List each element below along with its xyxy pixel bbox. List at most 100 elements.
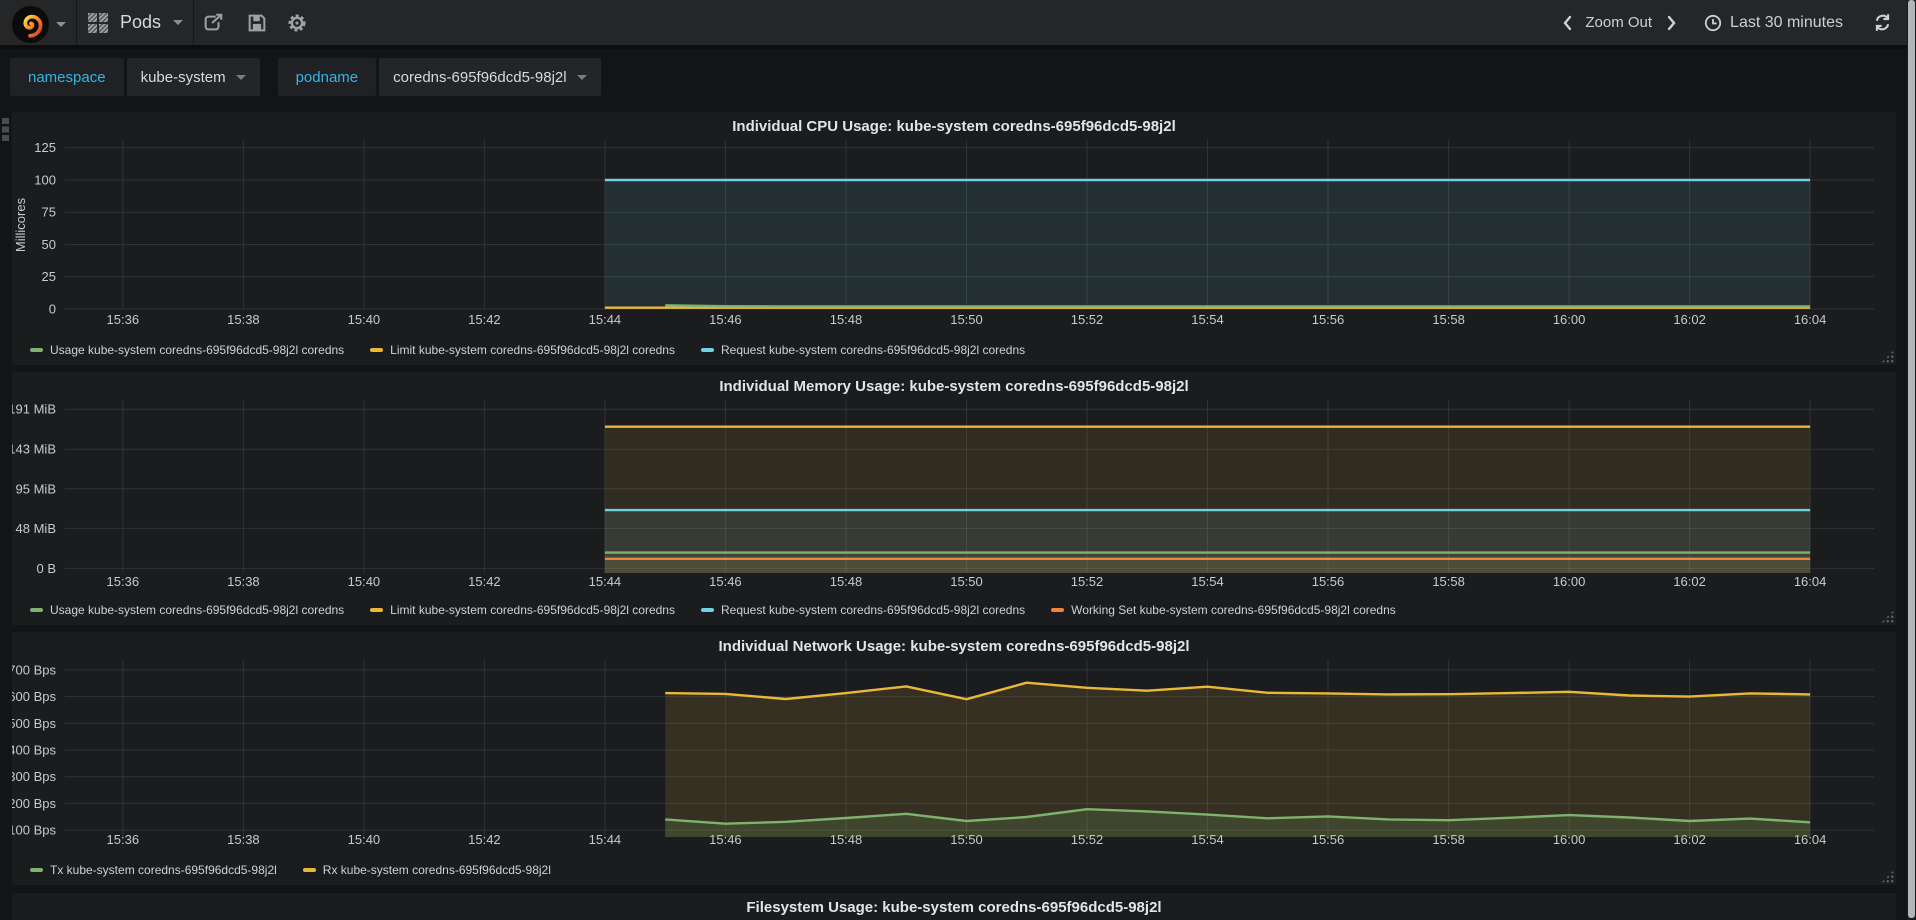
y-tick-label: 75 <box>42 205 56 220</box>
x-tick-label: 15:46 <box>709 574 742 589</box>
x-tick-label: 15:42 <box>468 574 501 589</box>
refresh-icon[interactable] <box>1873 13 1892 32</box>
template-variables-row: namespace kube-system podname coredns-69… <box>10 58 619 96</box>
dashboard-picker[interactable]: Pods <box>88 0 184 45</box>
y-tick-label: 0 B <box>36 561 56 576</box>
row-drag-handle[interactable] <box>2 118 9 141</box>
logo-caret-icon[interactable] <box>56 22 66 27</box>
y-tick-label: 191 MiB <box>12 402 56 417</box>
navbar-divider <box>76 0 77 45</box>
y-tick-label: 48 MiB <box>16 521 56 536</box>
legend-label: Request kube-system coredns-695f96dcd5-9… <box>720 343 1026 357</box>
variable-namespace-value[interactable]: kube-system <box>126 58 260 96</box>
y-tick-label: 300 Bps <box>12 769 56 784</box>
legend-swatch-icon <box>30 348 43 352</box>
grafana-logo[interactable] <box>12 6 49 43</box>
legend-swatch-icon <box>30 608 43 612</box>
variable-podname: podname coredns-695f96dcd5-98j2l <box>277 58 601 96</box>
legend-item[interactable]: Usage kube-system coredns-695f96dcd5-98j… <box>30 343 344 357</box>
legend-item[interactable]: Limit kube-system coredns-695f96dcd5-98j… <box>370 343 675 357</box>
page-scrollbar-thumb[interactable] <box>1908 0 1915 918</box>
settings-gear-icon[interactable] <box>286 12 308 34</box>
x-tick-label: 15:38 <box>227 832 260 847</box>
legend-item[interactable]: Rx kube-system coredns-695f96dcd5-98j2l <box>302 863 551 877</box>
x-tick-label: 15:50 <box>950 312 983 327</box>
legend-item[interactable]: Tx kube-system coredns-695f96dcd5-98j2l <box>30 863 277 877</box>
panel-title[interactable]: Filesystem Usage: kube-system coredns-69… <box>12 899 1896 916</box>
dashboard-title: Pods <box>120 12 162 32</box>
x-tick-label: 15:48 <box>830 312 863 327</box>
cpu-chart-canvas[interactable]: 0 25 50 75 100 125 15:36 15:38 15:40 15:42 15:44 15… <box>12 138 1896 343</box>
variable-podname-value[interactable]: coredns-695f96dcd5-98j2l <box>379 58 601 96</box>
panel-title[interactable]: Individual CPU Usage: kube-system coredn… <box>12 118 1896 135</box>
legend-item[interactable]: Request kube-system coredns-695f96dcd5-9… <box>700 343 1026 357</box>
legend-label: Working Set kube-system coredns-695f96dc… <box>1071 603 1396 617</box>
time-range-picker[interactable]: Last 30 minutes <box>1730 14 1843 32</box>
legend-label: Limit kube-system coredns-695f96dcd5-98j… <box>390 343 675 357</box>
series-fill-rx <box>665 682 1811 837</box>
legend-label: Limit kube-system coredns-695f96dcd5-98j… <box>390 603 675 617</box>
panel-resize-handle[interactable] <box>1881 870 1894 883</box>
series-fill-working-set <box>604 558 1811 573</box>
x-tick-label: 15:40 <box>348 832 381 847</box>
save-icon[interactable] <box>246 12 268 34</box>
grafana-logo-icon <box>22 14 42 38</box>
x-tick-label: 16:00 <box>1553 574 1586 589</box>
legend-swatch-icon <box>302 868 316 872</box>
x-tick-label: 15:36 <box>107 832 140 847</box>
x-tick-label: 15:44 <box>589 312 622 327</box>
chevron-right-icon[interactable] <box>1666 15 1678 31</box>
x-tick-label: 15:48 <box>830 574 863 589</box>
chevron-left-icon[interactable] <box>1561 15 1573 31</box>
variable-namespace-label: namespace <box>10 58 124 96</box>
panel-title[interactable]: Individual Network Usage: kube-system co… <box>12 638 1896 655</box>
x-tick-label: 16:04 <box>1794 312 1827 327</box>
legend-swatch-icon <box>370 608 384 612</box>
panel-memory: Individual Memory Usage: kube-system cor… <box>8 372 1896 625</box>
panel-cpu: Individual CPU Usage: kube-system coredn… <box>12 112 1896 365</box>
memory-chart-canvas[interactable]: 0 B 48 MiB 95 MiB 143 MiB 191 MiB 15:36 15:38 1… <box>8 398 1896 605</box>
x-tick-label: 15:58 <box>1432 574 1465 589</box>
panel-filesystem: Filesystem Usage: kube-system coredns-69… <box>12 893 1896 920</box>
page-scrollbar-track[interactable] <box>1907 0 1916 920</box>
x-tick-label: 15:46 <box>709 312 742 327</box>
legend-swatch-icon <box>1051 608 1065 612</box>
share-icon[interactable] <box>202 12 224 34</box>
variable-namespace: namespace kube-system <box>10 58 260 96</box>
x-tick-label: 15:56 <box>1312 574 1345 589</box>
panel-resize-handle[interactable] <box>1881 610 1894 623</box>
x-tick-label: 15:52 <box>1071 312 1104 327</box>
zoom-out-button[interactable]: Zoom Out <box>1585 14 1652 31</box>
cpu-legend: Usage kube-system coredns-695f96dcd5-98j… <box>30 339 1051 357</box>
panel-title[interactable]: Individual Memory Usage: kube-system cor… <box>12 378 1896 395</box>
dashboard-grid-icon <box>88 12 108 33</box>
panel-resize-handle[interactable] <box>1881 350 1894 363</box>
legend-swatch-icon <box>700 348 714 352</box>
x-tick-label: 15:40 <box>348 574 381 589</box>
x-tick-label: 15:54 <box>1191 574 1224 589</box>
y-tick-label: 100 <box>34 173 56 188</box>
dashboard-caret-icon <box>173 20 184 25</box>
network-chart-canvas[interactable]: 100 Bps 200 Bps 300 Bps 400 Bps 500 Bps 600 B… <box>8 658 1896 863</box>
y-axis-label: Millicores <box>13 197 28 252</box>
clock-icon[interactable] <box>1704 14 1722 32</box>
y-tick-label: 125 <box>34 140 56 155</box>
x-tick-label: 15:36 <box>107 574 140 589</box>
legend-item[interactable]: Working Set kube-system coredns-695f96dc… <box>1051 603 1396 617</box>
y-tick-label: 500 Bps <box>12 716 56 731</box>
variable-podname-label: podname <box>277 58 377 96</box>
x-tick-label: 15:44 <box>589 574 622 589</box>
x-tick-label: 16:04 <box>1794 574 1827 589</box>
y-tick-label: 200 Bps <box>12 796 56 811</box>
legend-item[interactable]: Limit kube-system coredns-695f96dcd5-98j… <box>370 603 675 617</box>
legend-item[interactable]: Usage kube-system coredns-695f96dcd5-98j… <box>30 603 344 617</box>
x-tick-label: 16:02 <box>1673 574 1706 589</box>
network-chart-svg: 100 Bps 200 Bps 300 Bps 400 Bps 500 Bps 600 B… <box>8 660 1874 847</box>
legend-item[interactable]: Request kube-system coredns-695f96dcd5-9… <box>700 603 1025 617</box>
y-tick-label: 100 Bps <box>12 823 56 838</box>
y-tick-label: 400 Bps <box>12 743 56 758</box>
x-tick-label: 15:44 <box>589 832 622 847</box>
x-tick-label: 16:02 <box>1673 312 1706 327</box>
memory-legend: Usage kube-system coredns-695f96dcd5-98j… <box>30 599 1422 617</box>
legend-label: Usage kube-system coredns-695f96dcd5-98j… <box>50 603 345 617</box>
